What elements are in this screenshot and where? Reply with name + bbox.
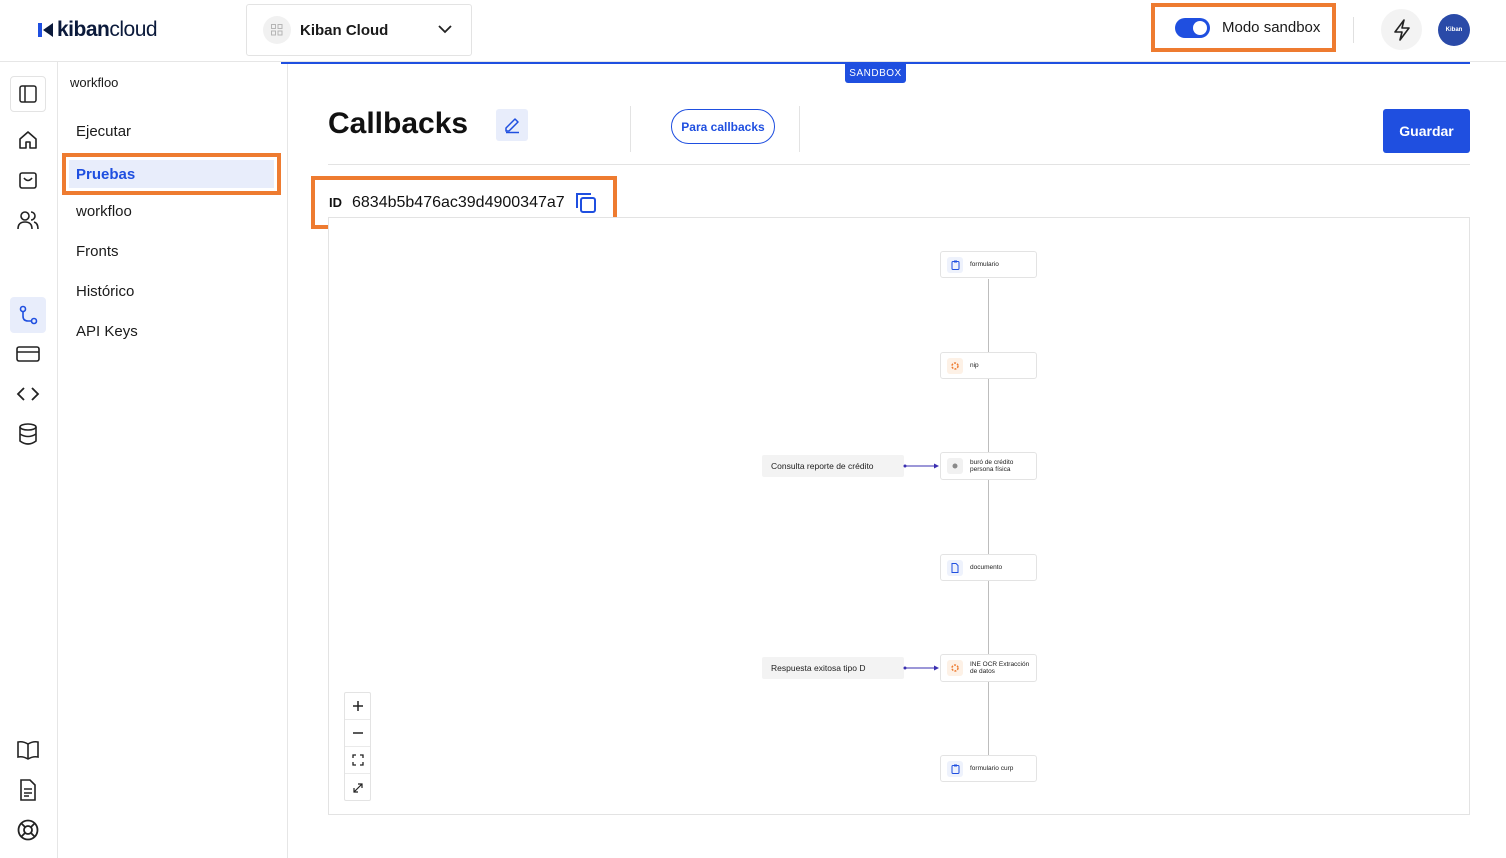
grid-icon [263, 16, 291, 44]
subnav-item-label: Pruebas [69, 160, 274, 188]
book-icon [17, 740, 39, 760]
subnav-title: workfloo [70, 75, 119, 90]
plus-icon [352, 701, 363, 711]
sandbox-badge: SANDBOX [845, 64, 906, 83]
callback-tag[interactable]: Respuesta exitosa tipo D [762, 657, 904, 679]
flow-node-formulario[interactable]: formulario [940, 251, 1037, 278]
header-divider [630, 106, 631, 152]
avatar[interactable]: Kiban [1438, 14, 1470, 46]
flow-node-documento[interactable]: documento [940, 554, 1037, 581]
rail-support[interactable] [10, 812, 46, 848]
sandbox-mode-control: Modo sandbox [1151, 3, 1336, 52]
clipboard-icon [947, 760, 963, 777]
users-icon [17, 211, 39, 230]
node-label: formulario curp [970, 764, 1014, 772]
save-button[interactable]: Guardar [1383, 109, 1470, 153]
subnav-item-fronts[interactable]: Fronts [76, 243, 119, 260]
secondary-nav: workfloo Ejecutar Pruebas workfloo Front… [58, 62, 288, 858]
icon-rail [0, 62, 58, 858]
callback-arrow-icon [903, 665, 939, 671]
sandbox-label: Modo sandbox [1222, 19, 1321, 36]
flow-edge [988, 279, 989, 352]
subnav-item-api-keys[interactable]: API Keys [76, 323, 138, 340]
logo-text-bold: kiban [57, 18, 110, 41]
minus-icon [352, 732, 363, 734]
flow-node-ine-ocr[interactable]: INE OCR Extracción de datos [940, 654, 1037, 682]
page-title: Callbacks [328, 107, 469, 140]
rail-document[interactable] [10, 772, 46, 808]
sidebar-toggle-button[interactable] [10, 76, 46, 112]
database-icon [19, 423, 37, 445]
settings-icon [947, 660, 963, 676]
node-label: documento [970, 563, 1003, 571]
workflow-canvas[interactable]: formulario nip buró de crédito persona f… [328, 217, 1470, 815]
callback-arrow-icon [903, 463, 939, 469]
home-icon [19, 131, 37, 149]
zoom-out-button[interactable] [345, 720, 370, 747]
organization-select[interactable]: Kiban Cloud [246, 4, 472, 56]
document-icon [20, 779, 36, 801]
top-divider [1353, 17, 1354, 43]
rail-users[interactable] [10, 202, 46, 238]
id-value: 6834b5b476ac39d4900347a7 [352, 193, 565, 211]
lifebuoy-icon [17, 819, 39, 841]
logo-text-light: cloud [109, 18, 158, 41]
para-callbacks-pill[interactable]: Para callbacks [671, 109, 775, 144]
flow-edge [988, 480, 989, 554]
rail-workflow[interactable] [10, 297, 46, 333]
flow-edge [988, 379, 989, 452]
fit-view-icon [351, 754, 364, 766]
node-label: buró de crédito persona física [970, 458, 1014, 474]
flow-node-buro[interactable]: buró de crédito persona física [940, 452, 1037, 480]
kiban-logo-mark-icon [38, 23, 53, 37]
flow-node-formulario-curp[interactable]: formulario curp [940, 755, 1037, 782]
bolt-icon [1393, 18, 1410, 41]
flow-node-nip[interactable]: nip [940, 352, 1037, 379]
zoom-controls [344, 692, 371, 801]
expand-icon [352, 782, 363, 793]
fullscreen-button[interactable] [345, 774, 370, 801]
rail-database[interactable] [10, 416, 46, 452]
flow-edge [988, 682, 989, 755]
sandbox-toggle[interactable] [1175, 17, 1210, 38]
shopping-bag-icon [19, 172, 37, 189]
quick-actions-button[interactable] [1381, 9, 1422, 50]
toggle-knob [1193, 20, 1207, 35]
sidebar-toggle-icon [19, 85, 37, 103]
node-label: INE OCR Extracción de datos [970, 660, 1030, 676]
rail-home[interactable] [10, 122, 46, 158]
fit-view-button[interactable] [345, 747, 370, 774]
rail-code[interactable] [10, 376, 46, 412]
file-icon [947, 559, 963, 576]
header-underline [328, 164, 1470, 165]
header-divider [799, 106, 800, 152]
kiban-logo[interactable]: kiban cloud [38, 18, 158, 42]
bureau-icon [947, 458, 963, 474]
copy-icon[interactable] [574, 191, 598, 215]
settings-icon [947, 357, 963, 374]
chevron-down-icon [438, 25, 452, 34]
code-icon [16, 387, 40, 401]
id-label: ID [329, 195, 342, 210]
callback-tag[interactable]: Consulta reporte de crédito [762, 455, 904, 477]
rail-billing[interactable] [10, 336, 46, 372]
subnav-item-pruebas[interactable]: Pruebas [62, 153, 281, 195]
subnav-item-historico[interactable]: Histórico [76, 283, 134, 300]
node-label: nip [970, 361, 979, 369]
organization-name: Kiban Cloud [300, 21, 389, 39]
subnav-item-ejecutar[interactable]: Ejecutar [76, 123, 131, 140]
rail-shop[interactable] [10, 162, 46, 198]
edit-title-button[interactable] [496, 109, 528, 141]
app-root: kiban cloud Kiban Cloud Modo sandbox Kiba… [0, 0, 1506, 858]
credit-card-icon [16, 346, 40, 362]
subnav-item-workfloo[interactable]: workfloo [76, 203, 132, 220]
top-bar: kiban cloud Kiban Cloud Modo sandbox Kiba… [0, 0, 1506, 62]
rail-docs[interactable] [10, 732, 46, 768]
clipboard-icon [947, 256, 963, 273]
flow-edge [988, 581, 989, 654]
node-label: formulario [970, 260, 999, 268]
zoom-in-button[interactable] [345, 693, 370, 720]
pencil-icon [505, 118, 519, 134]
workflow-icon [19, 305, 38, 325]
